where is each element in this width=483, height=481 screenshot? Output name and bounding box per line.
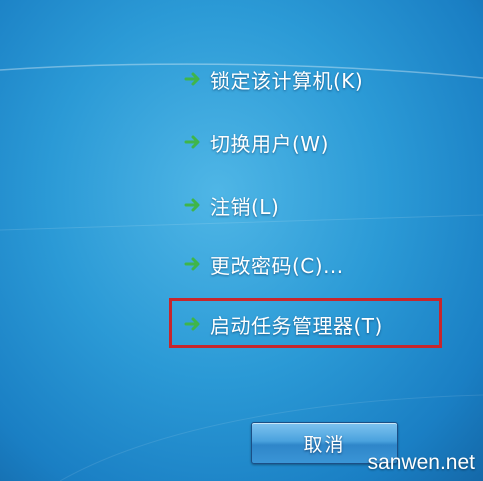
highlight-box — [169, 298, 442, 348]
switch-user-option[interactable]: 切换用户(W) — [184, 125, 329, 159]
lock-computer-option[interactable]: 锁定该计算机(K) — [184, 62, 363, 96]
watermark: sanwen.net — [367, 451, 475, 474]
security-options-menu: 锁定该计算机(K) 切换用户(W) 注销(L) 更改密码(C)... 启动任务管… — [0, 0, 483, 481]
change-password-label: 更改密码(C)... — [210, 253, 344, 278]
log-off-label: 注销(L) — [210, 194, 280, 219]
cancel-button-label: 取消 — [303, 433, 346, 456]
switch-user-label: 切换用户(W) — [210, 131, 329, 156]
arrow-right-icon — [184, 257, 200, 271]
change-password-option[interactable]: 更改密码(C)... — [184, 247, 344, 281]
arrow-right-icon — [184, 72, 200, 86]
arrow-right-icon — [184, 198, 200, 212]
lock-computer-label: 锁定该计算机(K) — [210, 68, 364, 93]
arrow-right-icon — [184, 135, 200, 149]
log-off-option[interactable]: 注销(L) — [184, 188, 279, 222]
